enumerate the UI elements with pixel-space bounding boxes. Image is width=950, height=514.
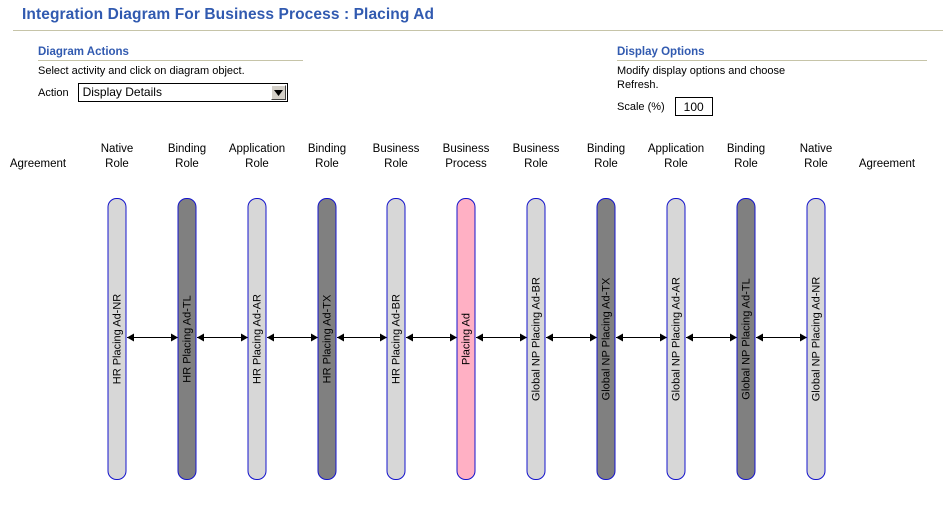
integration-diagram: Agreement Native Role Binding Role Applicatio… (0, 130, 950, 514)
column-header: Binding Role (587, 142, 625, 172)
display-options-divider (617, 60, 927, 61)
column-header-line: Binding (307, 143, 347, 155)
diagram-lane[interactable]: Placing Ad (456, 198, 476, 480)
column-header-line: Application (647, 143, 705, 155)
page-title: Integration Diagram For Business Process… (22, 6, 435, 23)
column-header-line: Binding (167, 143, 207, 155)
column-header-line: Role (315, 158, 339, 170)
diagram-lane-label: HR Placing Ad-AR (251, 294, 263, 384)
lane-connector-arrow (196, 333, 248, 342)
display-options-panel: Display Options Modify display options a… (617, 46, 927, 116)
column-header-line: Role (524, 158, 548, 170)
column-header-line: Role (804, 158, 828, 170)
column-header-line: Business (442, 143, 490, 155)
action-select[interactable]: Display Details (77, 83, 288, 102)
diagram-lane[interactable]: HR Placing Ad-BR (386, 198, 406, 480)
column-header: Binding Role (308, 142, 346, 172)
column-header-line: Role (594, 158, 618, 170)
diagram-lane-label: Global NP Placing Ad-TL (740, 278, 752, 400)
column-header-line: Application (228, 143, 286, 155)
chevron-down-icon[interactable] (270, 85, 286, 100)
column-header-line: Role (105, 158, 129, 170)
diagram-lane[interactable]: HR Placing Ad-AR (247, 198, 267, 480)
lane-connector-arrow (266, 333, 318, 342)
column-header: Application Role (229, 142, 285, 172)
diagram-lane[interactable]: Global NP Placing Ad-AR (666, 198, 686, 480)
column-header-line: Agreement (858, 158, 916, 170)
diagram-lane-label: Global NP Placing Ad-NR (810, 276, 822, 402)
title-divider (13, 30, 943, 31)
column-header: Binding Role (727, 142, 765, 172)
column-header: Business Role (373, 142, 420, 172)
diagram-actions-panel: Diagram Actions Select activity and clic… (38, 46, 303, 102)
diagram-lane[interactable]: Global NP Placing Ad-TX (596, 198, 616, 480)
diagram-lane-label: HR Placing Ad-BR (390, 294, 402, 384)
lane-connector-arrow (615, 333, 667, 342)
diagram-lane-label: Global NP Placing Ad-AR (670, 277, 682, 401)
diagram-lane-label: Global NP Placing Ad-BR (530, 277, 542, 401)
diagram-lane-label: Global NP Placing Ad-TX (600, 277, 612, 401)
diagram-lane[interactable]: HR Placing Ad-TL (177, 198, 197, 480)
diagram-lane[interactable]: HR Placing Ad-TX (317, 198, 337, 480)
column-header: Native Role (800, 142, 833, 172)
display-options-heading: Display Options (617, 46, 705, 58)
column-header-line: Binding (586, 143, 626, 155)
column-header: Business Role (513, 142, 560, 172)
column-header-line: Role (384, 158, 408, 170)
diagram-actions-divider (38, 60, 303, 61)
column-header: Application Role (648, 142, 704, 172)
scale-field-row: Scale (%) (617, 97, 927, 116)
diagram-actions-heading: Diagram Actions (38, 46, 129, 58)
column-header-line: Business (512, 143, 560, 155)
column-header: Native Role (101, 142, 134, 172)
diagram-lane-label: HR Placing Ad-NR (111, 293, 123, 385)
action-select-wrapper[interactable]: Display Details (77, 83, 288, 102)
diagram-lane[interactable]: Global NP Placing Ad-NR (806, 198, 826, 480)
diagram-lane-label: HR Placing Ad-TL (181, 295, 193, 383)
action-field-row: Action Display Details (38, 83, 303, 102)
scale-input[interactable] (674, 97, 713, 116)
display-options-description: Modify display options and choose Refres… (617, 65, 786, 91)
column-header: Agreement (859, 157, 915, 172)
column-header-line: Role (245, 158, 269, 170)
lane-connector-arrow (475, 333, 527, 342)
column-header-line: Binding (726, 143, 766, 155)
lane-connector-arrow (336, 333, 387, 342)
column-header: Business Process (443, 142, 490, 172)
column-header-line: Business (372, 143, 420, 155)
column-header-line: Role (175, 158, 199, 170)
lane-connector-arrow (126, 333, 178, 342)
lane-connector-arrow (405, 333, 457, 342)
column-header-line: Role (734, 158, 758, 170)
column-header: Binding Role (168, 142, 206, 172)
action-label: Action (38, 86, 69, 99)
column-header-line: Role (664, 158, 688, 170)
column-header-line: Process (445, 158, 487, 170)
lane-connector-arrow (545, 333, 597, 342)
diagram-actions-description: Select activity and click on diagram obj… (38, 65, 245, 77)
diagram-lane[interactable]: Global NP Placing Ad-TL (736, 198, 756, 480)
column-header: Agreement (10, 157, 66, 172)
diagram-lane[interactable]: Global NP Placing Ad-BR (526, 198, 546, 480)
column-header-line: Agreement (9, 158, 67, 170)
column-header-line: Native (799, 143, 833, 155)
diagram-lane-label: HR Placing Ad-TX (321, 294, 333, 384)
scale-label: Scale (%) (617, 100, 665, 113)
lane-connector-arrow (685, 333, 737, 342)
diagram-lane-label: Placing Ad (460, 313, 472, 365)
diagram-lane[interactable]: HR Placing Ad-NR (107, 198, 127, 480)
column-header-line: Native (100, 143, 134, 155)
lane-connector-arrow (755, 333, 807, 342)
diagram-page: Integration Diagram For Business Process… (0, 0, 950, 514)
